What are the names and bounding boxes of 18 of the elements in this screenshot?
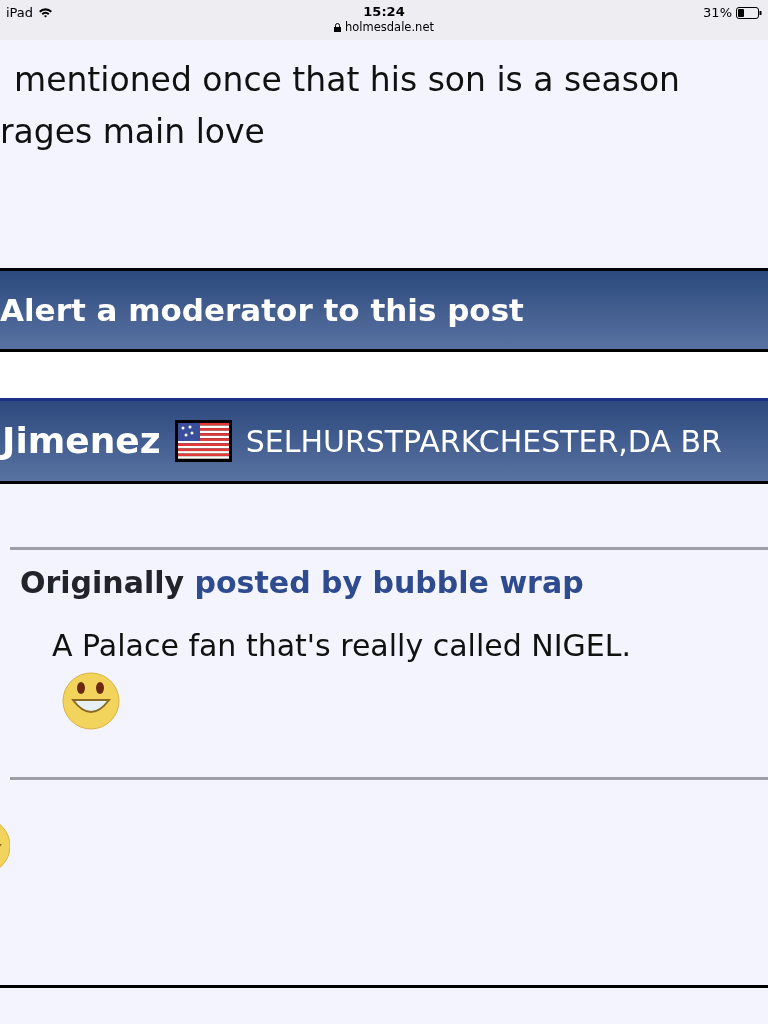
battery-icon <box>736 6 762 19</box>
smiley-icon <box>61 672 121 730</box>
battery-percent: 31% <box>703 4 732 22</box>
lock-icon <box>334 23 342 33</box>
username[interactable]: Jimenez <box>2 414 161 468</box>
wifi-icon <box>38 7 54 19</box>
user-location: SELHURSTPARKCHESTER,DA BR <box>245 422 722 461</box>
alert-moderator-bar[interactable]: Alert a moderator to this post <box>0 268 768 352</box>
device-name: iPad <box>6 4 34 22</box>
quote-prefix: Originally <box>20 565 185 600</box>
post-text-line: rages main love <box>0 111 266 153</box>
alert-moderator-link[interactable]: Alert a moderator to this post <box>0 286 524 334</box>
post-text-line: mentioned once that his son is a season <box>13 59 681 101</box>
url-text[interactable]: holmesdale.net <box>345 19 434 37</box>
flag-icon <box>174 420 232 462</box>
quote-text: A Palace fan that's really called NIGEL. <box>51 627 633 665</box>
clock-time: 15:24 <box>363 4 405 19</box>
quote-author-link[interactable]: posted by bubble wrap <box>194 565 584 600</box>
